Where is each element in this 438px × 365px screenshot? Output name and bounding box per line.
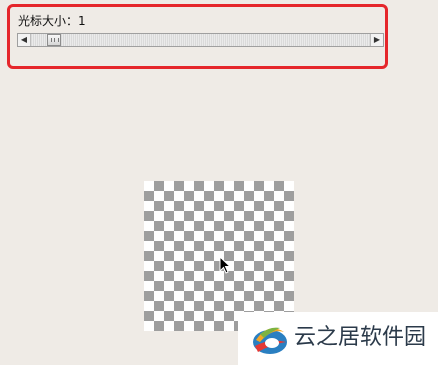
cursor-preview-canvas <box>144 181 294 331</box>
slider-track[interactable] <box>31 34 370 46</box>
cursor-size-label: 光标大小：1 <box>18 14 86 28</box>
grip-icon <box>51 38 59 42</box>
watermark-text: 云之居软件园 <box>294 325 427 350</box>
cursor-size-slider[interactable]: ◀ ▶ <box>17 33 384 47</box>
slider-thumb[interactable] <box>47 34 61 46</box>
watermark-badge: 云之居软件园 <box>238 312 438 365</box>
arrow-cursor-icon <box>219 256 231 274</box>
yunzhiju-logo-icon <box>253 327 287 354</box>
scroll-right-arrow-icon[interactable]: ▶ <box>370 34 383 46</box>
scroll-left-arrow-icon[interactable]: ◀ <box>18 34 31 46</box>
